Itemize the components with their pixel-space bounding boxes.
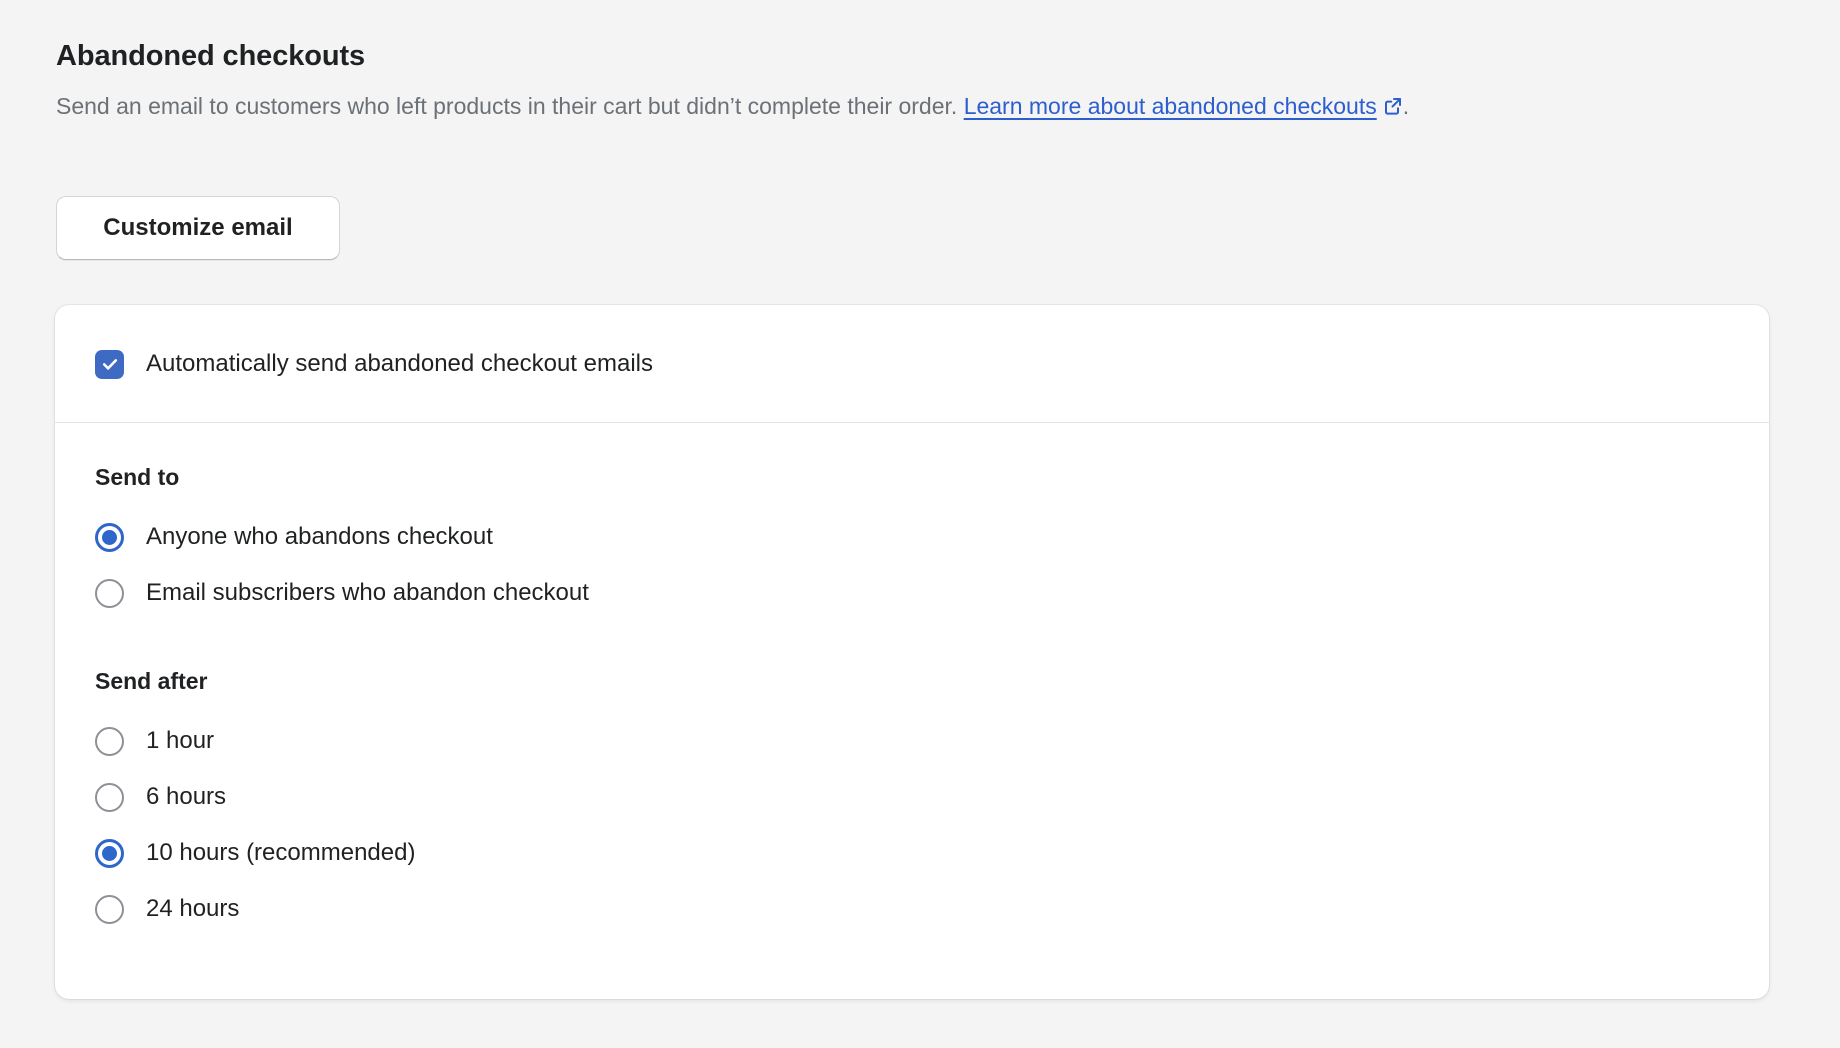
customize-email-button[interactable]: Customize email <box>56 196 340 260</box>
send-after-option-label[interactable]: 24 hours <box>146 894 239 924</box>
auto-send-row[interactable]: Automatically send abandoned checkout em… <box>95 349 1729 379</box>
card-options: Send to Anyone who abandons checkout Ema… <box>55 423 1769 999</box>
radio-6-hours[interactable] <box>95 782 124 812</box>
radio-24-hours[interactable] <box>95 894 124 924</box>
checkmark-icon <box>102 359 117 370</box>
send-after-heading: Send after <box>95 668 208 694</box>
auto-send-label[interactable]: Automatically send abandoned checkout em… <box>146 349 653 379</box>
send-to-option-anyone[interactable]: Anyone who abandons checkout <box>95 509 1729 565</box>
radio-anyone-who-abandons-checkout[interactable] <box>95 522 124 552</box>
abandoned-checkouts-card: Automatically send abandoned checkout em… <box>55 305 1769 999</box>
section-description: Send an email to customers who left prod… <box>56 86 1616 126</box>
send-after-option-10-hours[interactable]: 10 hours (recommended) <box>95 825 1729 881</box>
description-period: . <box>1402 93 1410 119</box>
send-after-group: Send after 1 hour 6 hours 10 hours (reco… <box>95 667 1729 937</box>
send-after-option-24-hours[interactable]: 24 hours <box>95 881 1729 937</box>
radio-1-hour[interactable] <box>95 726 124 756</box>
send-after-option-label[interactable]: 1 hour <box>146 726 214 756</box>
send-after-option-label[interactable]: 6 hours <box>146 782 226 812</box>
page-title: Abandoned checkouts <box>56 40 366 72</box>
send-after-option-6-hours[interactable]: 6 hours <box>95 769 1729 825</box>
send-to-option-subscribers[interactable]: Email subscribers who abandon checkout <box>95 565 1729 621</box>
learn-more-link[interactable]: Learn more about abandoned checkouts <box>964 93 1377 119</box>
auto-send-section: Automatically send abandoned checkout em… <box>55 305 1769 422</box>
send-to-group: Send to Anyone who abandons checkout Ema… <box>95 463 1729 621</box>
auto-send-checkbox[interactable] <box>95 349 124 379</box>
abandoned-checkouts-page: Abandoned checkouts Send an email to cus… <box>0 0 1840 1048</box>
radio-email-subscribers-who-abandon-checkout[interactable] <box>95 578 124 608</box>
send-after-option-label[interactable]: 10 hours (recommended) <box>146 838 415 868</box>
external-link-icon[interactable] <box>1383 96 1403 116</box>
send-after-option-1-hour[interactable]: 1 hour <box>95 713 1729 769</box>
send-to-option-label[interactable]: Anyone who abandons checkout <box>146 522 493 552</box>
description-text: Send an email to customers who left prod… <box>56 93 964 119</box>
send-to-option-label[interactable]: Email subscribers who abandon checkout <box>146 578 589 608</box>
send-to-heading: Send to <box>95 464 180 490</box>
section-header: Abandoned checkouts Send an email to cus… <box>56 38 1666 126</box>
radio-10-hours-recommended[interactable] <box>95 838 124 868</box>
